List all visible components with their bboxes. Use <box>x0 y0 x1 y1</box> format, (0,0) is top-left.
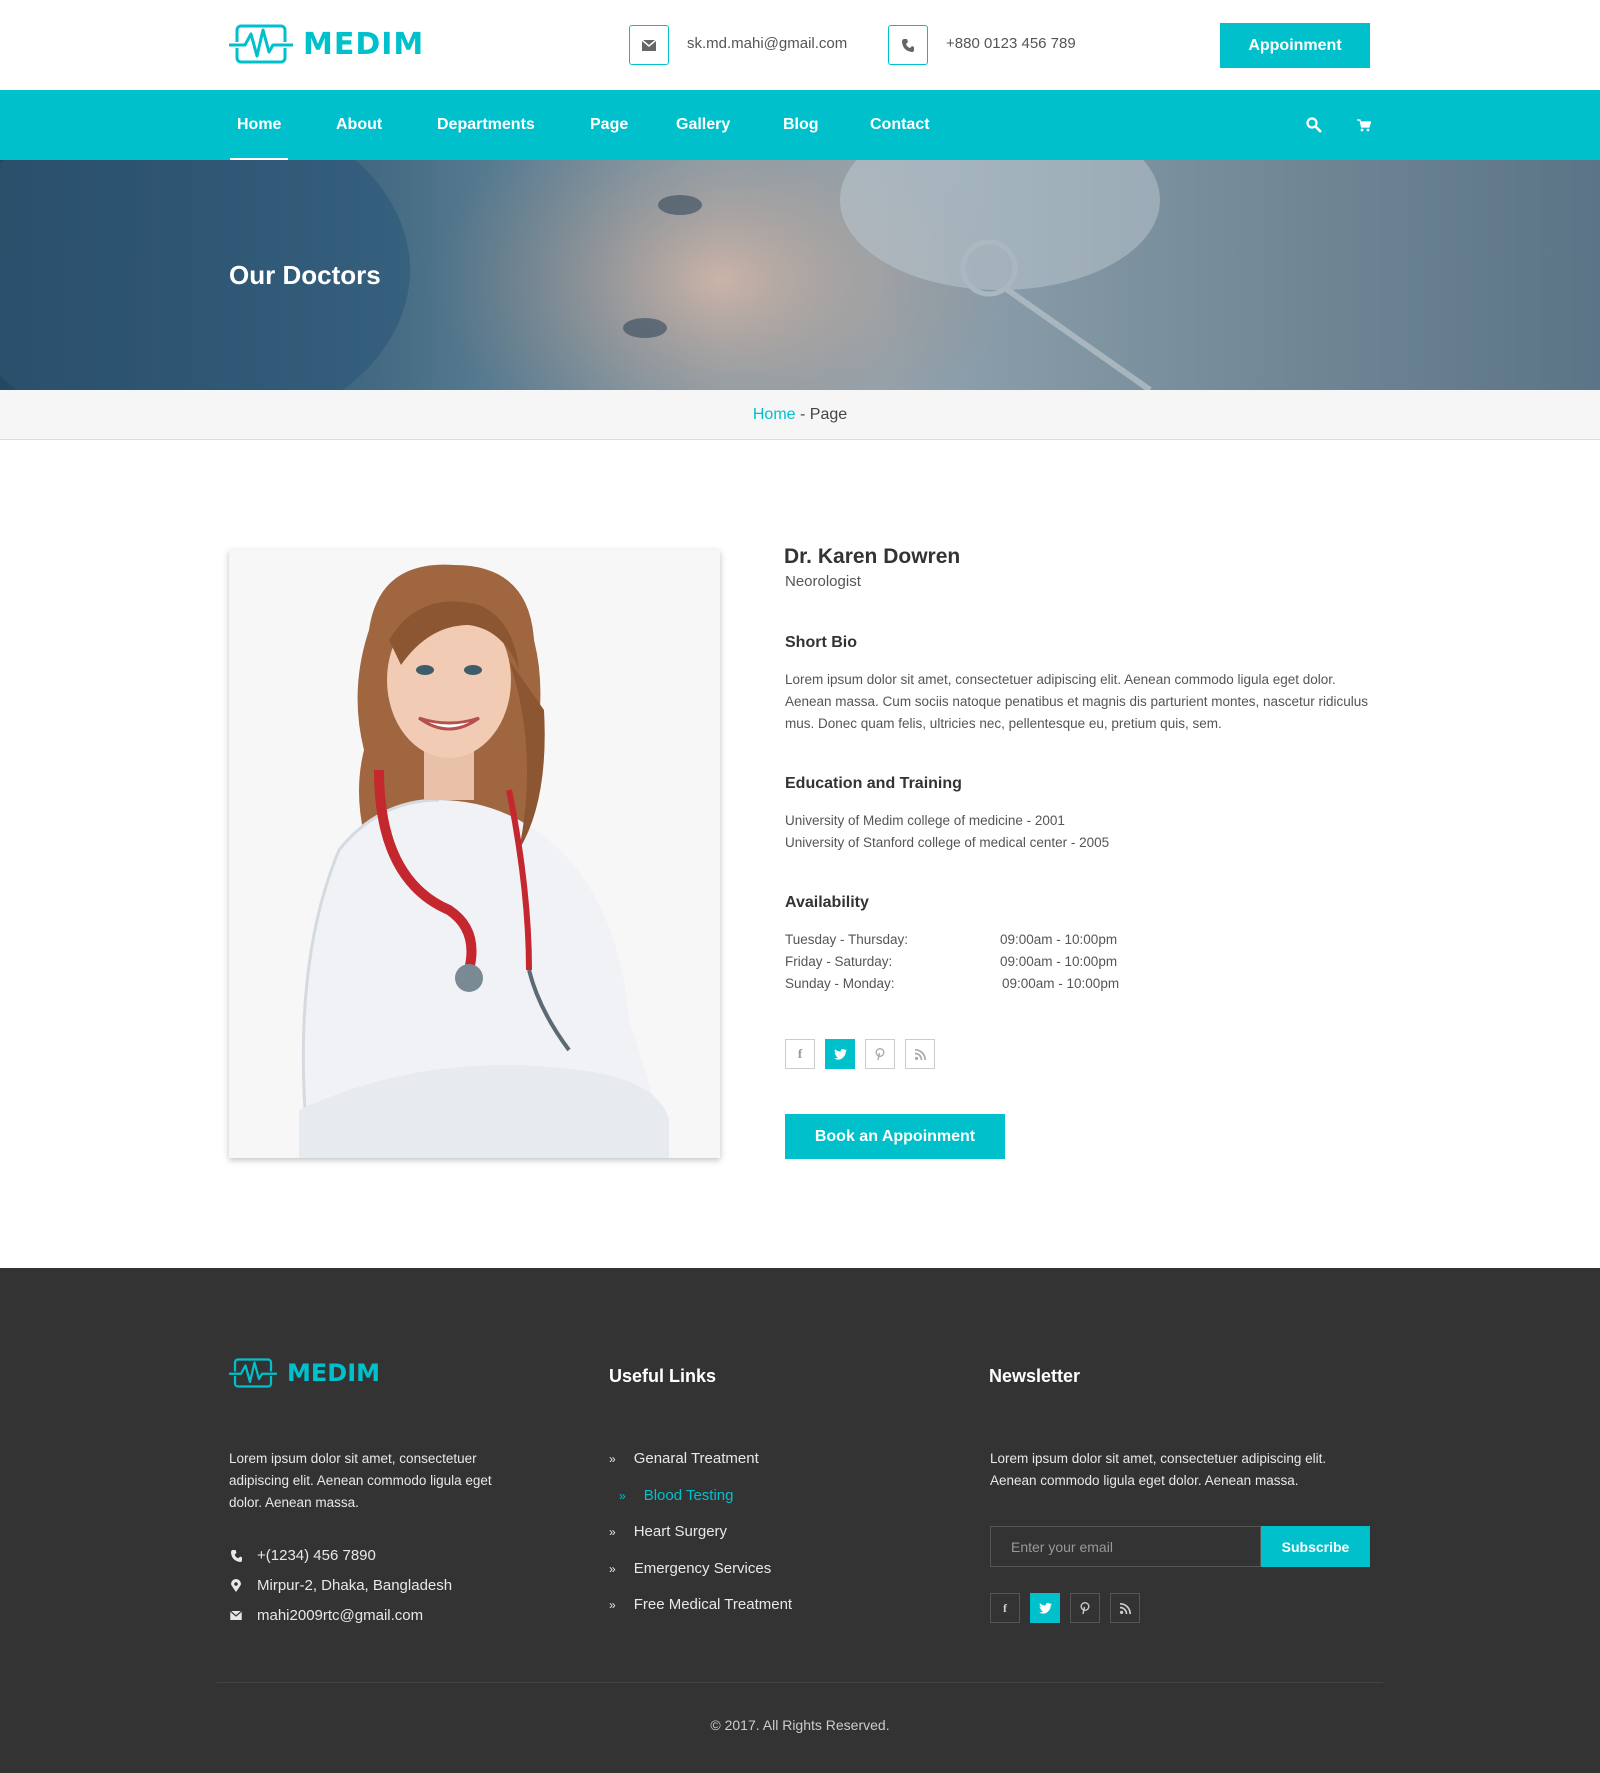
footer-link-label: Free Medical Treatment <box>633 1596 793 1613</box>
nav-item-page[interactable]: Page <box>590 90 628 160</box>
logo-text: MEDIM <box>303 26 425 62</box>
top-bar: MEDIM sk.md.mahi@gmail.com +880 0123 456… <box>0 0 1600 90</box>
footer-address-text: Mirpur-2, Dhaka, Bangladesh <box>257 1577 453 1594</box>
newsletter-text: Lorem ipsum dolor sit amet, consectetuer… <box>990 1448 1326 1492</box>
page-title: Our Doctors <box>229 260 381 290</box>
footer-logo[interactable]: MEDIM <box>229 1356 380 1390</box>
envelope-icon <box>629 25 669 65</box>
footer-phone-text: +(1234) 456 7890 <box>257 1547 376 1564</box>
availability-row: Tuesday - Thursday: 09:00am - 10:00pm <box>785 932 1125 947</box>
availability-row: Friday - Saturday: 09:00am - 10:00pm <box>785 954 1125 969</box>
footer-link-label: Blood Testing <box>643 1487 734 1504</box>
copyright: © 2017. All Rights Reserved. <box>710 1717 890 1733</box>
footer-link-general-treatment[interactable]: » Genaral Treatment <box>609 1450 759 1467</box>
short-bio-text: Lorem ipsum dolor sit amet, consectetuer… <box>785 669 1368 735</box>
pinterest-icon[interactable] <box>865 1039 895 1069</box>
phone-icon <box>229 1549 243 1562</box>
useful-links-heading: Useful Links <box>609 1366 717 1386</box>
heartbeat-logo-icon <box>229 24 293 64</box>
breadcrumb-separator: - <box>795 406 810 423</box>
facebook-icon[interactable]: f <box>785 1039 815 1069</box>
footer-link-label: Genaral Treatment <box>633 1450 759 1467</box>
nav-item-contact[interactable]: Contact <box>870 90 930 160</box>
double-chevron-icon: » <box>609 1524 616 1539</box>
footer-about-text: Lorem ipsum dolor sit amet, consectetuer… <box>229 1448 492 1514</box>
main-nav: Home About Departments Page Gallery Blog… <box>0 90 1600 160</box>
topbar-phone[interactable]: +880 0123 456 789 <box>946 35 1076 52</box>
availability-days: Friday - Saturday: <box>785 954 893 969</box>
nav-item-home[interactable]: Home <box>229 90 289 160</box>
availability-row: Sunday - Monday: 09:00am - 10:00pm <box>785 976 1125 991</box>
education-list: University of Medim college of medicine … <box>785 810 1109 854</box>
twitter-icon[interactable] <box>1030 1593 1060 1623</box>
appointment-button[interactable]: Appoinment <box>1220 23 1370 68</box>
twitter-icon[interactable] <box>825 1039 855 1069</box>
footer-link-label: Emergency Services <box>633 1560 772 1577</box>
footer <box>0 1268 1600 1773</box>
footer-about-line: dolor. Aenean massa. <box>229 1495 359 1510</box>
newsletter-line: Aenean commodo ligula eget dolor. Aenean… <box>990 1473 1299 1488</box>
footer-link-blood-testing[interactable]: » Blood Testing <box>619 1487 733 1504</box>
footer-logo-text: MEDIM <box>287 1359 381 1387</box>
availability-days: Sunday - Monday: <box>785 976 895 991</box>
rss-icon[interactable] <box>905 1039 935 1069</box>
nav-item-departments[interactable]: Departments <box>437 90 535 160</box>
logo[interactable]: MEDIM <box>229 22 424 66</box>
bio-line: mus. Donec quam felis, ultricies nec, pe… <box>785 716 1222 731</box>
footer-about-line: Lorem ipsum dolor sit amet, consectetuer <box>229 1451 477 1466</box>
nav-item-gallery[interactable]: Gallery <box>676 90 730 160</box>
availability-time: 09:00am - 10:00pm <box>1000 932 1118 947</box>
footer-divider <box>217 1682 1383 1683</box>
footer-link-free-medical-treatment[interactable]: » Free Medical Treatment <box>609 1596 792 1613</box>
footer-about-line: adipiscing elit. Aenean commodo ligula e… <box>229 1473 492 1488</box>
breadcrumb-current: Page <box>809 406 848 423</box>
rss-icon[interactable] <box>1110 1593 1140 1623</box>
double-chevron-icon: » <box>619 1488 626 1503</box>
pinterest-icon[interactable] <box>1070 1593 1100 1623</box>
newsletter-line: Lorem ipsum dolor sit amet, consectetuer… <box>990 1451 1327 1466</box>
newsletter-email-input[interactable] <box>990 1526 1261 1567</box>
double-chevron-icon: » <box>609 1597 616 1612</box>
footer-email: mahi2009rtc@gmail.com <box>229 1607 423 1624</box>
doctor-photo <box>229 550 720 1158</box>
map-pin-icon <box>229 1579 243 1592</box>
breadcrumb: Home - Page <box>0 390 1600 440</box>
nav-item-about[interactable]: About <box>336 90 382 160</box>
availability-days: Tuesday - Thursday: <box>785 932 909 947</box>
education-item: University of Medim college of medicine … <box>785 813 1065 828</box>
search-icon[interactable] <box>1302 113 1326 137</box>
footer-link-label: Heart Surgery <box>633 1523 728 1540</box>
doctor-name: Dr. Karen Dowren <box>784 545 961 568</box>
availability-heading: Availability <box>785 894 869 911</box>
double-chevron-icon: » <box>609 1561 616 1576</box>
book-appointment-button[interactable]: Book an Appoinment <box>785 1114 1005 1159</box>
hero-banner: Our Doctors <box>0 160 1600 390</box>
footer-link-emergency-services[interactable]: » Emergency Services <box>609 1560 771 1577</box>
bio-line: Lorem ipsum dolor sit amet, consectetuer… <box>785 672 1336 687</box>
newsletter-heading: Newsletter <box>989 1366 1081 1386</box>
education-heading: Education and Training <box>785 775 962 792</box>
cart-icon[interactable] <box>1352 113 1376 137</box>
education-item: University of Stanford college of medica… <box>785 835 1110 850</box>
doctor-role: Neorologist <box>785 573 861 590</box>
footer-link-heart-surgery[interactable]: » Heart Surgery <box>609 1523 727 1540</box>
topbar-email[interactable]: sk.md.mahi@gmail.com <box>687 35 847 52</box>
double-chevron-icon: » <box>609 1451 616 1466</box>
phone-icon <box>888 25 928 65</box>
breadcrumb-home-link[interactable]: Home <box>753 406 796 423</box>
availability-time: 09:00am - 10:00pm <box>1000 954 1118 969</box>
bio-line: Aenean massa. Cum sociis natoque penatib… <box>785 694 1369 709</box>
subscribe-button[interactable]: Subscribe <box>1261 1526 1370 1567</box>
nav-item-blog[interactable]: Blog <box>783 90 819 160</box>
envelope-icon <box>229 1611 243 1620</box>
footer-address: Mirpur-2, Dhaka, Bangladesh <box>229 1577 452 1594</box>
availability-time: 09:00am - 10:00pm <box>1002 976 1120 991</box>
footer-email-text[interactable]: mahi2009rtc@gmail.com <box>257 1607 423 1624</box>
footer-phone: +(1234) 456 7890 <box>229 1547 376 1564</box>
facebook-icon[interactable]: f <box>990 1593 1020 1623</box>
short-bio-heading: Short Bio <box>785 634 857 651</box>
heartbeat-logo-icon <box>229 1358 277 1388</box>
